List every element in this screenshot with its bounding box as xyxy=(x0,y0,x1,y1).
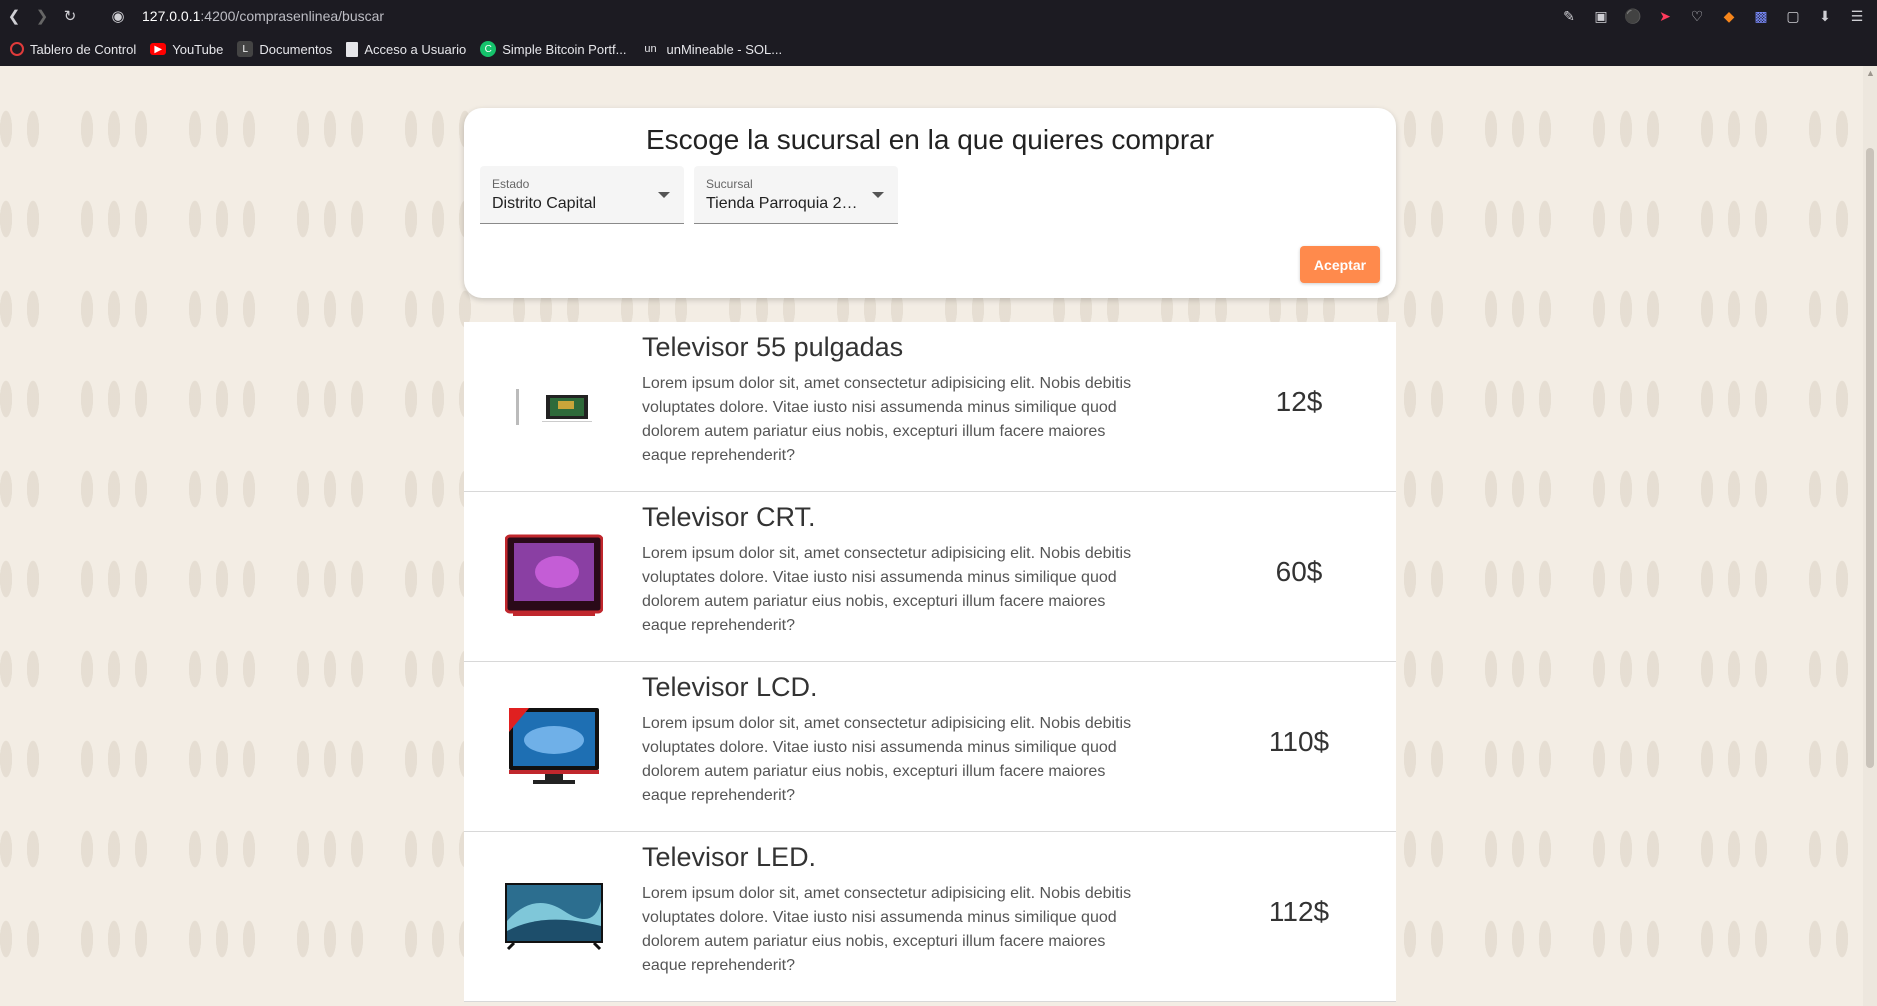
sucursal-select[interactable]: Sucursal Tienda Parroquia 23 de Enero xyxy=(694,166,898,224)
download-icon[interactable]: ⬇ xyxy=(1813,4,1837,28)
product-image xyxy=(504,356,604,456)
product-price: 60$ xyxy=(1275,556,1323,587)
product-image xyxy=(504,866,604,966)
estado-value: Distrito Capital xyxy=(492,195,597,212)
product-description: Lorem ipsum dolor sit, amet consectetur … xyxy=(642,715,1132,804)
product-image xyxy=(504,696,604,796)
bookmark-label: Documentos xyxy=(259,41,333,57)
product-title: Televisor 55 pulgadas xyxy=(642,332,904,362)
sucursal-value: Tienda Parroquia 23 de Enero xyxy=(706,195,864,212)
bookmarks-bar: Tablero de Control ▶ YouTube L Documento… xyxy=(0,32,1877,66)
back-icon[interactable]: ❮ xyxy=(0,2,28,30)
scroll-up-icon[interactable]: ▲ xyxy=(1866,68,1875,78)
reload-icon[interactable]: ↻ xyxy=(56,2,84,30)
bookmark-item[interactable]: Acceso a Usuario xyxy=(346,41,467,57)
product-description: Lorem ipsum dolor sit, amet consectetur … xyxy=(642,545,1132,634)
page-content: Escoge la sucursal en la que quieres com… xyxy=(0,66,1877,1006)
unmineable-icon: un xyxy=(644,43,657,55)
product-title: Televisor LED. xyxy=(642,842,817,872)
youtube-icon: ▶ xyxy=(150,43,167,55)
product-price: 112$ xyxy=(1268,896,1330,927)
bookmark-item[interactable]: L Documentos xyxy=(237,41,332,57)
product-description: Lorem ipsum dolor sit, amet consectetur … xyxy=(642,375,1132,464)
browser-toolbar: ❮ ❯ ↻ ◉ 127.0.0.1:4200/comprasenlinea/bu… xyxy=(0,0,1877,32)
scrollbar-thumb[interactable] xyxy=(1866,148,1874,768)
url-host: 127.0.0.1 xyxy=(142,8,201,24)
product-item[interactable]: Televisor 55 pulgadas Lorem ipsum dolor … xyxy=(464,322,1396,492)
branch-selector-card: Escoge la sucursal en la que quieres com… xyxy=(464,108,1396,298)
address-bar[interactable]: 127.0.0.1:4200/comprasenlinea/buscar xyxy=(142,8,384,24)
page-scrollbar[interactable]: ▲ xyxy=(1863,66,1877,1006)
product-list: Televisor 55 pulgadas Lorem ipsum dolor … xyxy=(464,322,1396,1002)
metamask-icon[interactable]: ◆ xyxy=(1717,4,1741,28)
url-path: :4200/comprasenlinea/buscar xyxy=(200,8,385,24)
bitcoin-portfolio-icon: C xyxy=(480,41,497,57)
toolbar-actions: ✎ ▣ ⚫ ➤ ♡ ◆ ▩ ▢ ⬇ ☰ xyxy=(1557,4,1869,28)
bookmark-item[interactable]: un unMineable - SOL... xyxy=(640,41,782,57)
file-icon xyxy=(346,41,359,57)
page-title: Escoge la sucursal en la que quieres com… xyxy=(645,124,1215,155)
sucursal-label: Sucursal xyxy=(706,177,753,191)
chevron-down-icon xyxy=(872,192,884,198)
menu-icon[interactable]: ☰ xyxy=(1845,4,1869,28)
product-price: 110$ xyxy=(1268,726,1330,757)
estado-label: Estado xyxy=(492,177,530,191)
camera-icon[interactable]: ▣ xyxy=(1589,4,1613,28)
bookmark-label: unMineable - SOL... xyxy=(666,41,783,57)
bookmark-label: Acceso a Usuario xyxy=(364,41,467,57)
shield-icon[interactable]: ⚫ xyxy=(1621,4,1645,28)
dashboard-icon xyxy=(10,42,24,56)
bookmark-label: Simple Bitcoin Portf... xyxy=(502,41,627,57)
product-description: Lorem ipsum dolor sit, amet consectetur … xyxy=(642,885,1132,974)
bookmark-label: YouTube xyxy=(172,41,224,57)
forward-icon[interactable]: ❯ xyxy=(28,2,56,30)
product-item[interactable]: Televisor LCD. Lorem ipsum dolor sit, am… xyxy=(464,662,1396,832)
cube-icon[interactable]: ▢ xyxy=(1781,4,1805,28)
accept-button[interactable]: Aceptar xyxy=(1300,246,1380,283)
docs-icon: L xyxy=(237,41,254,57)
bookmark-item[interactable]: Tablero de Control xyxy=(10,42,136,57)
product-price: 12$ xyxy=(1275,386,1323,417)
heart-icon[interactable]: ♡ xyxy=(1685,4,1709,28)
bookmark-item[interactable]: ▶ YouTube xyxy=(150,42,223,57)
bookmark-label: Tablero de Control xyxy=(30,41,137,57)
product-item[interactable]: Televisor CRT. Lorem ipsum dolor sit, am… xyxy=(464,492,1396,662)
extension-icon[interactable]: ▩ xyxy=(1749,4,1773,28)
product-item[interactable]: Televisor LED. Lorem ipsum dolor sit, am… xyxy=(464,832,1396,1002)
chevron-down-icon xyxy=(658,192,670,198)
site-info-icon[interactable]: ◉ xyxy=(104,2,132,30)
product-image xyxy=(504,526,604,626)
send-icon[interactable]: ➤ xyxy=(1653,4,1677,28)
edit-icon[interactable]: ✎ xyxy=(1557,4,1581,28)
bookmark-item[interactable]: C Simple Bitcoin Portf... xyxy=(480,41,626,57)
product-title: Televisor CRT. xyxy=(642,502,816,532)
estado-select[interactable]: Estado Distrito Capital xyxy=(480,166,684,224)
product-title: Televisor LCD. xyxy=(642,672,818,702)
